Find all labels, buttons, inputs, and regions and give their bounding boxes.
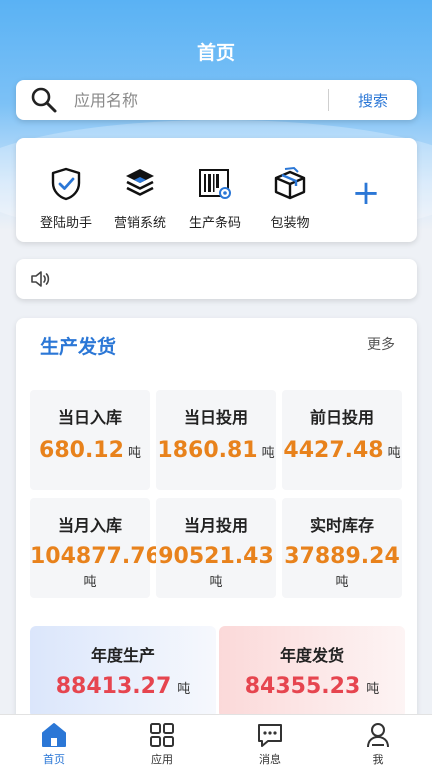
add-app-button[interactable]: + — [346, 173, 386, 213]
search-bar: 搜索 — [16, 80, 417, 120]
stat-unit: 吨 — [387, 446, 401, 461]
app-label: 生产条码 — [188, 216, 241, 231]
stat-unit: 吨 — [335, 575, 349, 590]
yearly-unit: 吨 — [177, 682, 191, 697]
user-icon — [367, 723, 389, 748]
stat-unit: 吨 — [127, 446, 141, 461]
tab-home[interactable]: 首页 — [0, 715, 108, 768]
tab-me[interactable]: 我 — [324, 715, 432, 768]
layers-icon — [126, 169, 154, 196]
stat-value: 37889.24 — [284, 544, 400, 569]
quick-apps-card: 登陆助手 营销系统 生产条码 包装物 + — [16, 138, 417, 242]
shield-check-icon — [51, 167, 81, 201]
stat-value: 90521.43 — [158, 544, 274, 569]
yearly-label: 年度发货 — [279, 646, 344, 665]
app-packaging[interactable]: 包装物 — [250, 166, 330, 231]
yearly-value: 88413.27 — [55, 674, 172, 699]
stat-unit: 吨 — [209, 575, 223, 590]
search-icon — [31, 87, 57, 113]
stat-unit: 吨 — [83, 575, 97, 590]
tab-messages[interactable]: 消息 — [216, 715, 324, 768]
yearly-production-card[interactable]: 年度生产 88413.27 吨 — [30, 626, 216, 718]
bottom-tab-bar: 首页 应用 消息 我 — [0, 714, 432, 768]
speaker-icon — [31, 271, 50, 287]
stat-unit: 吨 — [261, 446, 275, 461]
stat-monthly-usage[interactable]: 当月投用 90521.43 吨 — [156, 498, 276, 598]
section-title: 生产发货 — [40, 336, 117, 358]
package-icon — [274, 166, 306, 200]
stat-label: 当日投用 — [183, 408, 248, 427]
app-login-assistant[interactable]: 登陆助手 — [26, 166, 106, 231]
stat-value: 4427.48 — [283, 438, 384, 463]
tab-label: 我 — [372, 753, 384, 766]
grid-icon — [150, 723, 174, 747]
app-label: 营销系统 — [113, 216, 166, 231]
stat-label: 当月入库 — [57, 516, 122, 535]
notice-bar[interactable] — [16, 259, 417, 299]
app-production-barcode[interactable]: 生产条码 — [175, 166, 255, 231]
tab-label: 消息 — [259, 753, 281, 766]
more-link[interactable]: 更多 — [367, 334, 395, 354]
stat-daily-usage[interactable]: 当日投用 1860.81 吨 — [156, 390, 276, 490]
stat-monthly-inbound[interactable]: 当月入库 104877.76 吨 — [30, 498, 161, 598]
tab-label: 应用 — [151, 753, 173, 766]
stat-daily-inbound[interactable]: 当日入库 680.12 吨 — [30, 390, 150, 490]
stat-label: 前日投用 — [309, 408, 374, 427]
stat-realtime-inventory[interactable]: 实时库存 37889.24 吨 — [282, 498, 402, 598]
yearly-unit: 吨 — [366, 682, 380, 697]
app-marketing-system[interactable]: 营销系统 — [100, 166, 180, 231]
home-icon — [42, 723, 66, 747]
stat-label: 当月投用 — [183, 516, 248, 535]
search-input[interactable] — [74, 80, 328, 120]
stat-value: 680.12 — [39, 438, 124, 463]
stat-value: 104877.76 — [30, 544, 161, 569]
stat-label: 当日入库 — [57, 408, 122, 427]
barcode-icon — [199, 169, 231, 199]
production-shipping-card: 生产发货 更多 当日入库 680.12 吨 当日投用 1860.81 吨 前日投用 … — [16, 318, 417, 738]
app-label: 包装物 — [270, 216, 310, 231]
app-label: 登陆助手 — [39, 216, 92, 231]
tab-apps[interactable]: 应用 — [108, 715, 216, 768]
yearly-label: 年度生产 — [90, 646, 155, 665]
stat-value: 1860.81 — [157, 438, 258, 463]
search-button[interactable]: 搜索 — [329, 90, 417, 111]
yearly-value: 84355.23 — [244, 674, 361, 699]
page-title: 首页 — [196, 42, 235, 64]
tab-label: 首页 — [43, 753, 65, 766]
message-icon — [258, 724, 282, 747]
stat-label: 实时库存 — [309, 516, 374, 535]
yearly-shipping-card[interactable]: 年度发货 84355.23 吨 — [219, 626, 405, 718]
stat-previous-day-usage[interactable]: 前日投用 4427.48 吨 — [282, 390, 402, 490]
